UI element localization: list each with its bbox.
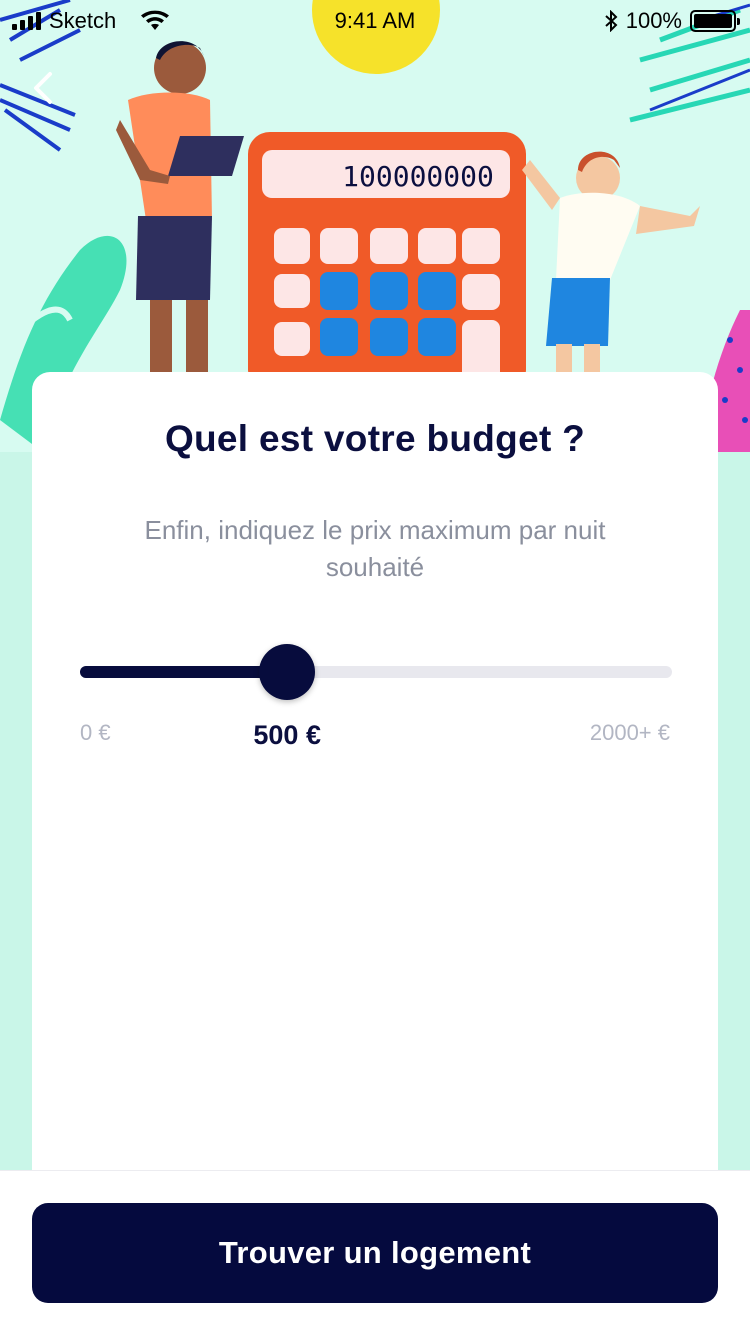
slider-max-label: 2000+ € (589, 720, 670, 745)
man-with-laptop-illustration (116, 41, 244, 380)
slider-min-label: 0 € (80, 720, 111, 745)
bottom-action-bar: Trouver un logement (0, 1170, 750, 1334)
question-card (32, 372, 718, 1192)
slider-track-fill (80, 666, 288, 678)
calculator-illustration: 100000000 (248, 132, 526, 392)
battery-icon (690, 10, 740, 32)
calculator-display: 100000000 (342, 160, 494, 193)
slider-value-label: 500 € (253, 720, 321, 750)
page-subtitle: Enfin, indiquez le prix maximum par nuit… (144, 515, 606, 582)
bluetooth-icon (605, 10, 618, 32)
boy-illustration (522, 151, 700, 384)
find-accommodation-button[interactable]: Trouver un logement (32, 1203, 718, 1303)
battery-percent: 100% (625, 8, 682, 33)
slider-thumb[interactable] (259, 644, 316, 700)
page-title: Quel est votre budget ? (164, 418, 586, 459)
status-bar: Sketch 9:41 AM 100% (0, 0, 750, 40)
budget-slider[interactable] (80, 642, 672, 702)
back-chevron-icon[interactable] (28, 70, 58, 106)
